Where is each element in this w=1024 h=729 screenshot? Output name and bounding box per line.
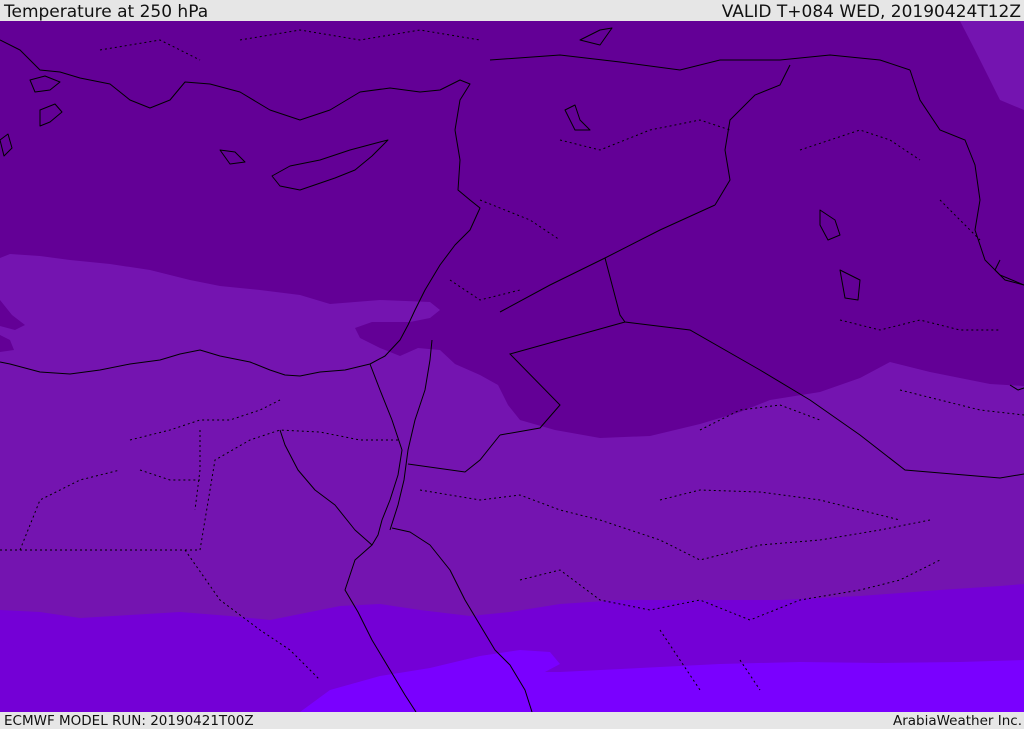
header-bar: Temperature at 250 hPa VALID T+084 WED, … [0, 0, 1024, 21]
valid-time: VALID T+084 WED, 20190424T12Z [721, 2, 1021, 22]
model-run: ECMWF MODEL RUN: 20190421T00Z [4, 713, 254, 729]
weather-map[interactable] [0, 21, 1024, 712]
credit-text: ArabiaWeather Inc. [892, 713, 1022, 729]
footer-bar: ECMWF MODEL RUN: 20190421T00Z ArabiaWeat… [0, 712, 1024, 729]
temperature-field [0, 21, 1024, 712]
map-title: Temperature at 250 hPa [4, 2, 209, 22]
